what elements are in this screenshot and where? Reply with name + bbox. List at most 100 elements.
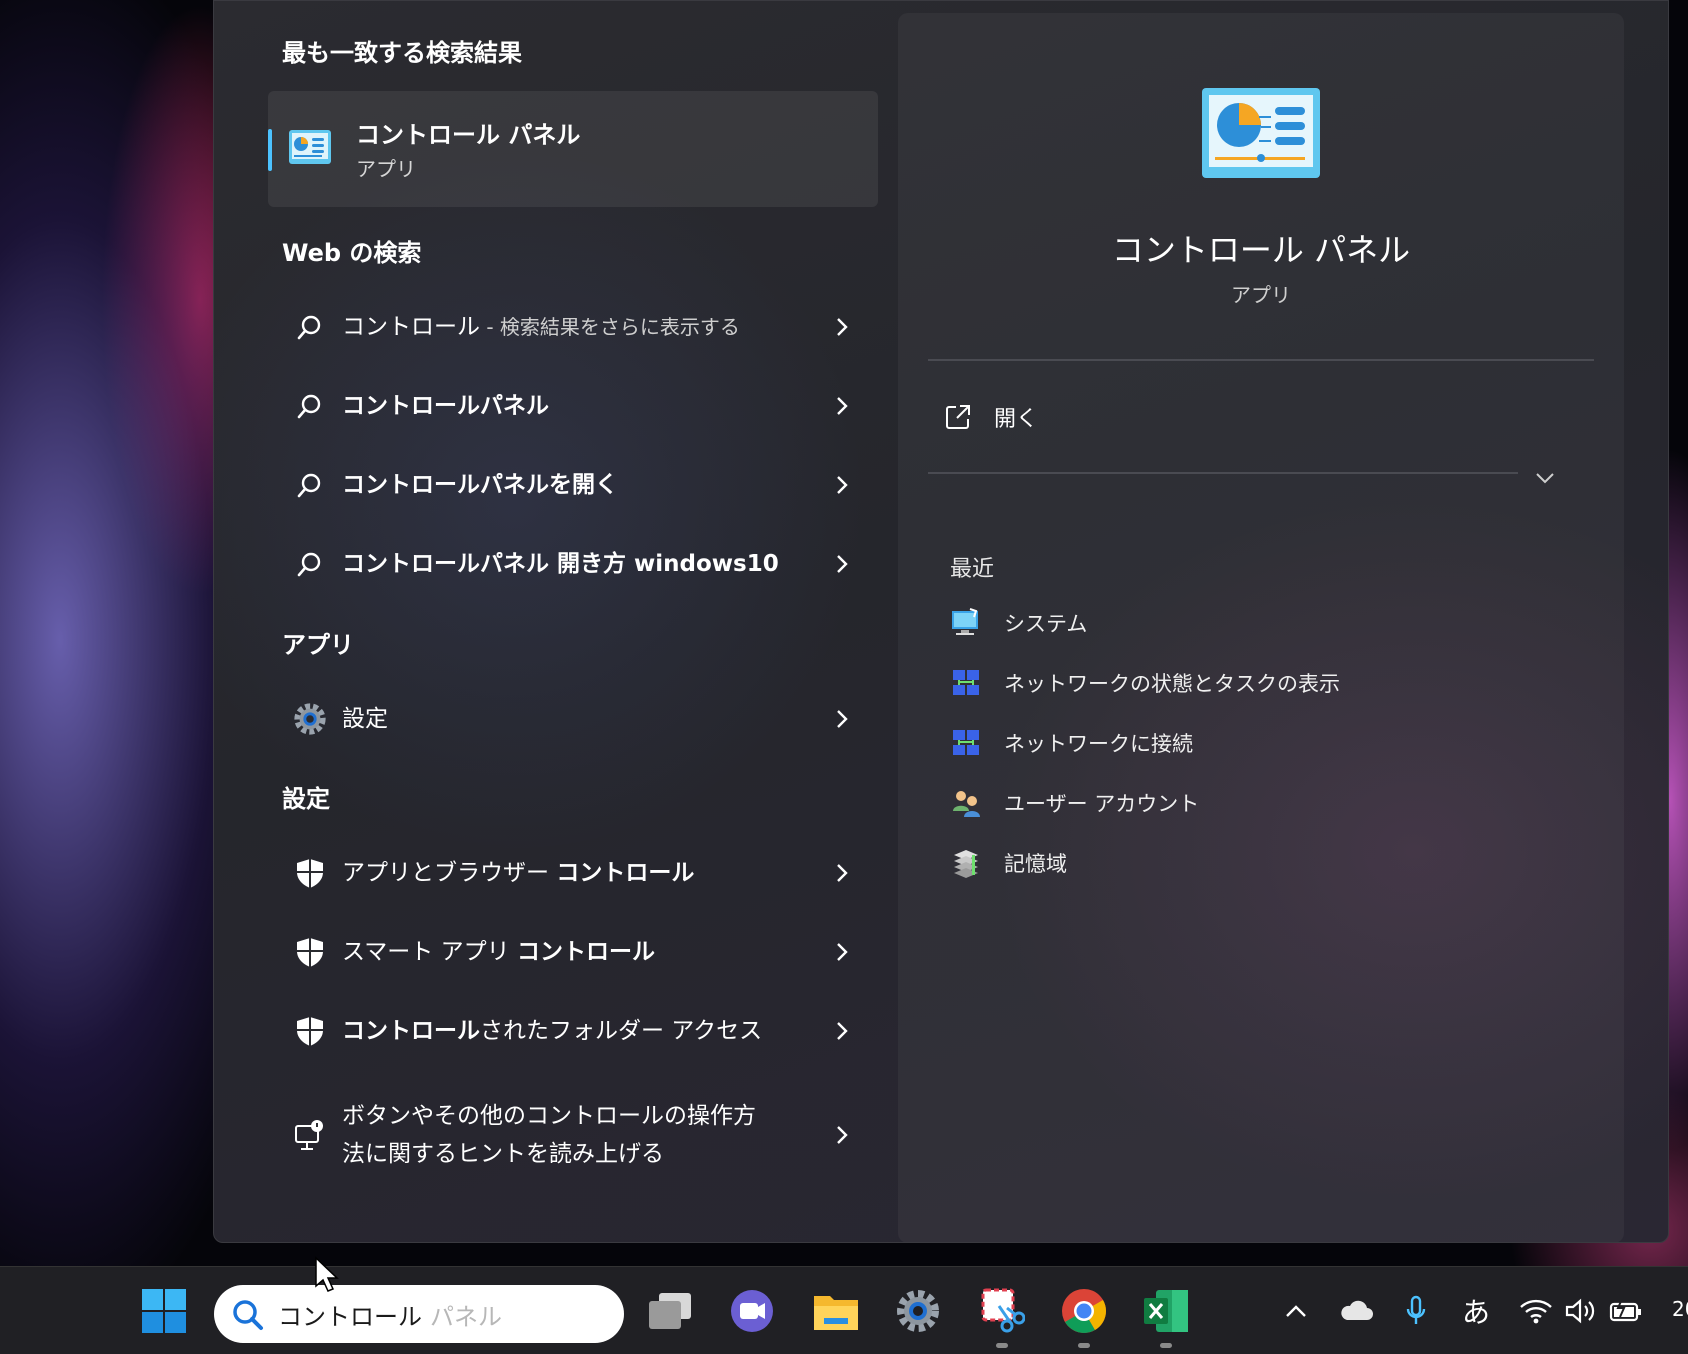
running-indicator: [996, 1343, 1008, 1348]
chevron-right-icon: [837, 318, 848, 336]
wifi-tray-button[interactable]: [1516, 1291, 1556, 1331]
chrome-button[interactable]: [1058, 1285, 1110, 1337]
volume-tray-button[interactable]: [1560, 1291, 1600, 1331]
settings-app-button[interactable]: [892, 1285, 944, 1337]
detail-app-name: コントロール パネル: [1111, 231, 1411, 269]
chat-icon: [731, 1290, 773, 1332]
start-button[interactable]: [138, 1285, 190, 1337]
chevron-right-icon: [837, 555, 848, 573]
chrome-icon: [1062, 1289, 1106, 1333]
settings-result-item[interactable]: ボタンやその他のコントロールの操作方 法に関するヒントを読み上げる: [282, 1087, 862, 1183]
search-icon: [292, 546, 328, 582]
web-result-item[interactable]: コントロールパネル: [282, 374, 862, 438]
show-hidden-icons-button[interactable]: [1276, 1291, 1316, 1331]
search-panel: 最も一致する検索結果 コントロール パネル アプリ Web の検索 コントロール…: [213, 0, 1669, 1243]
chevron-right-icon: [837, 1126, 848, 1144]
web-result-main: コントロールパネル 開き方 windows10: [342, 551, 779, 577]
shield-icon: [292, 1013, 328, 1049]
search-icon: [292, 388, 328, 424]
web-result-item[interactable]: コントロール - 検索結果をさらに表示する: [282, 295, 862, 359]
cloud-icon: [1341, 1300, 1373, 1320]
best-match-type: アプリ: [356, 157, 416, 181]
settings-result-highlight: コントロール: [342, 1018, 480, 1044]
results-list: 最も一致する検索結果 コントロール パネル アプリ Web の検索 コントロール…: [214, 1, 894, 1242]
web-result-main: コントロールパネル: [342, 393, 549, 419]
search-icon: [233, 1300, 263, 1330]
search-icon: [292, 309, 328, 345]
settings-result-highlight: コントロール: [556, 860, 695, 886]
network-icon: [953, 730, 979, 755]
system-icon: [952, 608, 978, 635]
settings-result-highlight: コントロール: [516, 939, 655, 965]
control-panel-large-icon: [1202, 88, 1320, 178]
chevron-right-icon: [837, 397, 848, 415]
battery-tray-button[interactable]: [1606, 1291, 1646, 1331]
shield-icon: [292, 934, 328, 970]
taskbar-search-box[interactable]: コントロール パネル: [214, 1285, 624, 1343]
taskbar: コントロール パネル あ 20: [0, 1266, 1688, 1354]
divider: [928, 359, 1594, 361]
detail-pane: コントロール パネル アプリ 開く 最近 システム ネットワークの状態とタスクの…: [898, 13, 1624, 1242]
mouse-cursor-icon: [315, 1256, 339, 1292]
ime-mode-indicator[interactable]: あ: [1456, 1291, 1496, 1331]
chevron-right-icon: [837, 1022, 848, 1040]
chevron-right-icon: [837, 476, 848, 494]
chevron-up-icon: [1286, 1305, 1306, 1317]
teams-chat-button[interactable]: [726, 1285, 778, 1337]
windows-logo-icon: [142, 1289, 186, 1333]
settings-result-item[interactable]: スマート アプリ コントロール: [282, 920, 862, 984]
divider: [928, 472, 1518, 474]
recent-item-network-status[interactable]: ネットワークの状態とタスクの表示: [950, 663, 1340, 703]
control-panel-icon: [289, 130, 331, 164]
snipping-tool-icon: [981, 1288, 1025, 1333]
settings-result-item[interactable]: アプリとブラウザー コントロール: [282, 841, 862, 905]
clock-fragment[interactable]: 20: [1672, 1297, 1688, 1321]
best-match-heading: 最も一致する検索結果: [282, 39, 522, 67]
chevron-right-icon: [837, 710, 848, 728]
running-indicator: [1160, 1343, 1172, 1348]
chevron-down-icon[interactable]: [1532, 465, 1558, 491]
recent-item-user-accounts[interactable]: ユーザー アカウント: [950, 783, 1199, 823]
web-result-main: コントロールパネルを開く: [342, 472, 618, 498]
best-match-result[interactable]: コントロール パネル アプリ: [268, 91, 878, 207]
recent-item-label: ネットワークの状態とタスクの表示: [1004, 672, 1340, 696]
recent-item-network-connect[interactable]: ネットワークに接続: [950, 723, 1193, 763]
folder-icon: [814, 1296, 858, 1330]
excel-icon: [1144, 1290, 1188, 1332]
recent-item-system[interactable]: システム: [950, 603, 1087, 643]
settings-result-item[interactable]: コントロールされたフォルダー アクセス: [282, 999, 862, 1063]
task-view-button[interactable]: [644, 1285, 696, 1337]
microphone-tray-button[interactable]: [1396, 1291, 1436, 1331]
running-indicator: [1078, 1343, 1090, 1348]
app-result-label: 設定: [342, 706, 388, 732]
open-label: 開く: [994, 407, 1039, 432]
settings-result-text: スマート アプリ: [342, 939, 517, 965]
chevron-right-icon: [837, 864, 848, 882]
speaker-icon: [1565, 1298, 1595, 1324]
settings-result-text: アプリとブラウザー: [342, 860, 557, 886]
recent-item-label: ネットワークに接続: [1004, 732, 1193, 756]
shield-icon: [292, 855, 328, 891]
app-result-settings[interactable]: 設定: [282, 687, 862, 751]
selection-indicator: [268, 129, 272, 171]
settings-gear-icon: [292, 701, 328, 737]
file-explorer-button[interactable]: [810, 1285, 862, 1337]
snipping-tool-button[interactable]: [976, 1285, 1028, 1337]
battery-charging-icon: [1609, 1298, 1641, 1322]
wifi-icon: [1520, 1299, 1552, 1324]
open-action[interactable]: 開く: [944, 401, 1038, 433]
apps-heading: アプリ: [282, 631, 354, 659]
storage-icon: [954, 850, 978, 878]
search-icon: [292, 467, 328, 503]
onedrive-tray-button[interactable]: [1336, 1291, 1376, 1331]
excel-button[interactable]: [1140, 1285, 1192, 1337]
task-view-icon: [649, 1293, 691, 1329]
web-result-item[interactable]: コントロールパネルを開く: [282, 453, 862, 517]
recent-item-storage[interactable]: 記憶域: [950, 843, 1067, 883]
settings-gear-icon: [897, 1290, 939, 1332]
web-result-item[interactable]: コントロールパネル 開き方 windows10: [282, 532, 862, 596]
best-match-name: コントロール パネル: [356, 121, 581, 149]
recent-item-label: 記憶域: [1004, 852, 1067, 876]
open-external-icon: [946, 405, 970, 429]
settings-result-line2: 法に関するヒントを読み上げる: [342, 1141, 664, 1167]
